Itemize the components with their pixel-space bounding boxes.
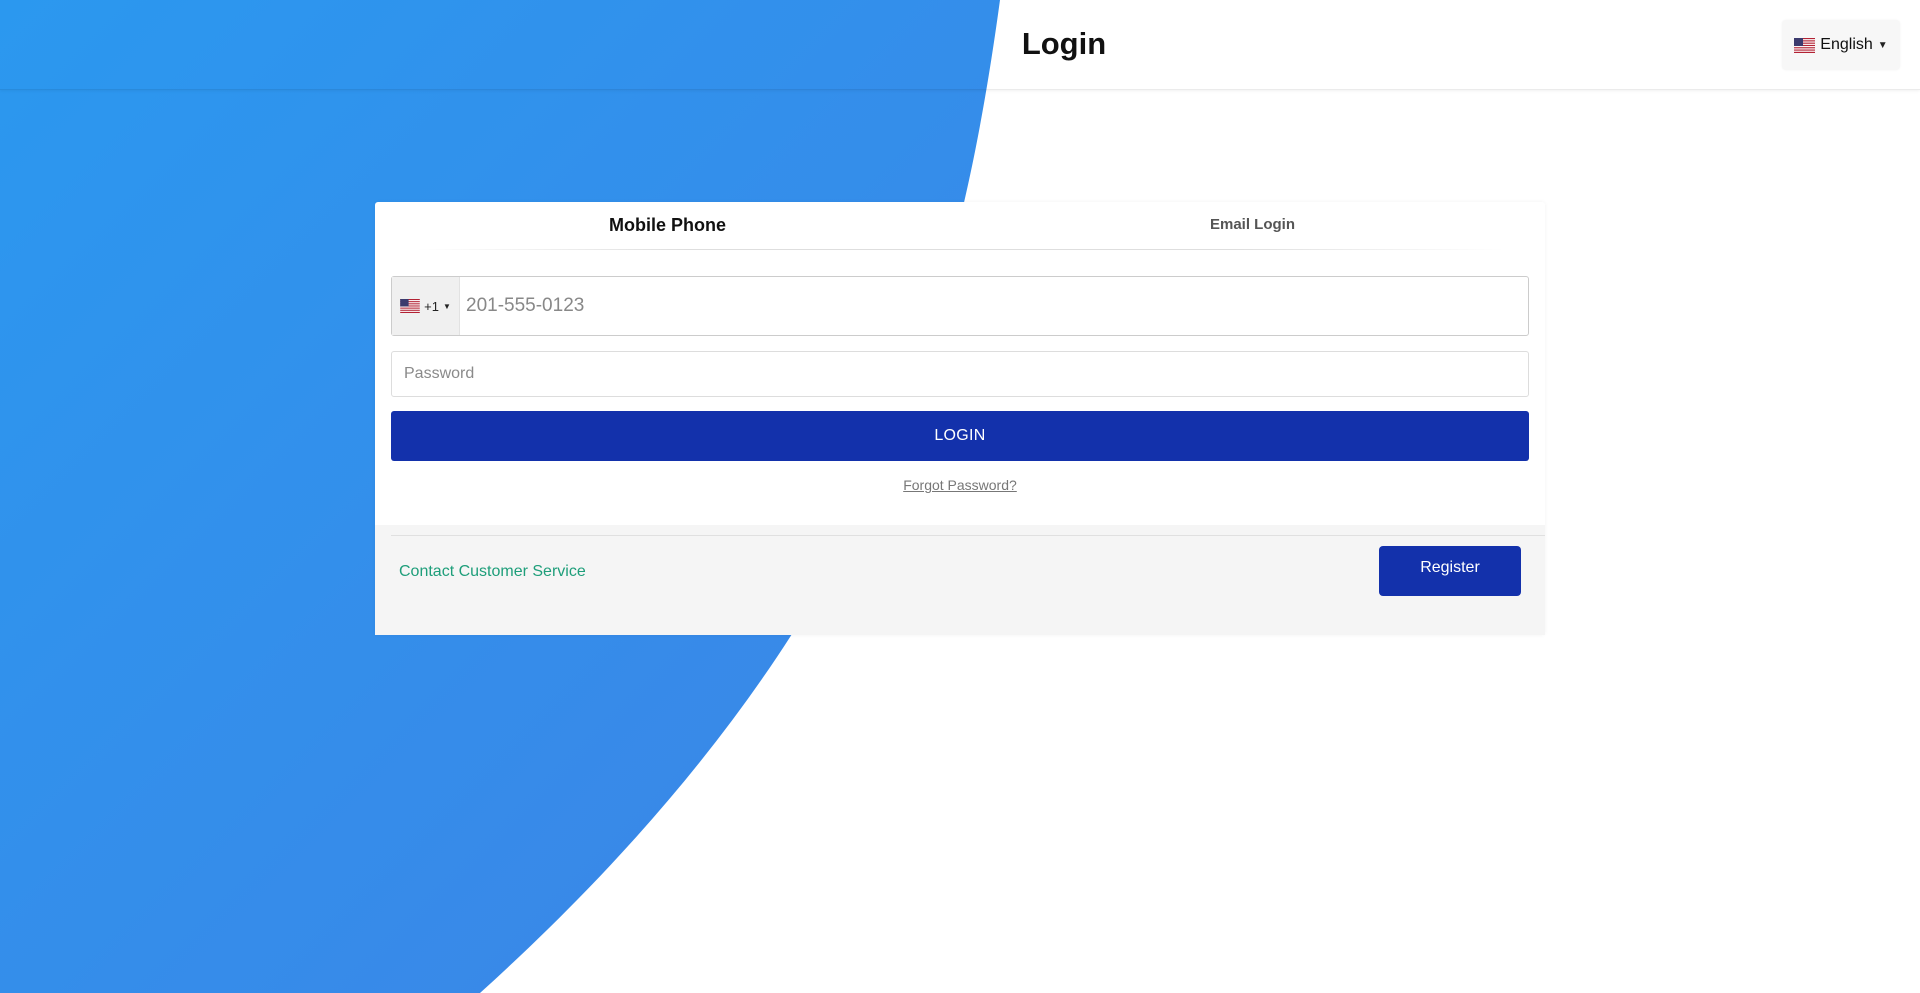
phone-field: +1 ▼ [391,276,1529,336]
tab-email-login[interactable]: Email Login [960,216,1545,233]
forgot-password-link[interactable]: Forgot Password? [375,477,1545,493]
login-card: Mobile Phone Email Login +1 ▼ LOGIN Forg… [375,202,1545,635]
us-flag-icon [400,299,420,313]
register-button[interactable]: Register [1379,546,1521,596]
tab-mobile-phone[interactable]: Mobile Phone [375,215,960,236]
login-tabs: Mobile Phone Email Login [375,202,1545,250]
phone-input[interactable] [460,277,1528,335]
login-button[interactable]: LOGIN [391,411,1529,461]
tabs-divider [415,249,1505,250]
caret-down-icon: ▼ [1877,39,1888,51]
country-code-label: +1 [424,298,439,314]
language-label: English [1820,36,1873,53]
top-header: Login English ▼ [0,0,1920,90]
language-selector[interactable]: English ▼ [1782,20,1900,70]
caret-down-icon: ▼ [442,301,451,311]
page-title: Login [1021,26,1107,61]
country-code-selector[interactable]: +1 ▼ [392,277,460,335]
us-flag-icon [1794,37,1816,53]
card-footer: Contact Customer Service Register [375,525,1545,635]
password-input[interactable] [391,351,1529,397]
contact-customer-service-link[interactable]: Contact Customer Service [399,563,586,581]
footer-divider [391,535,1545,536]
